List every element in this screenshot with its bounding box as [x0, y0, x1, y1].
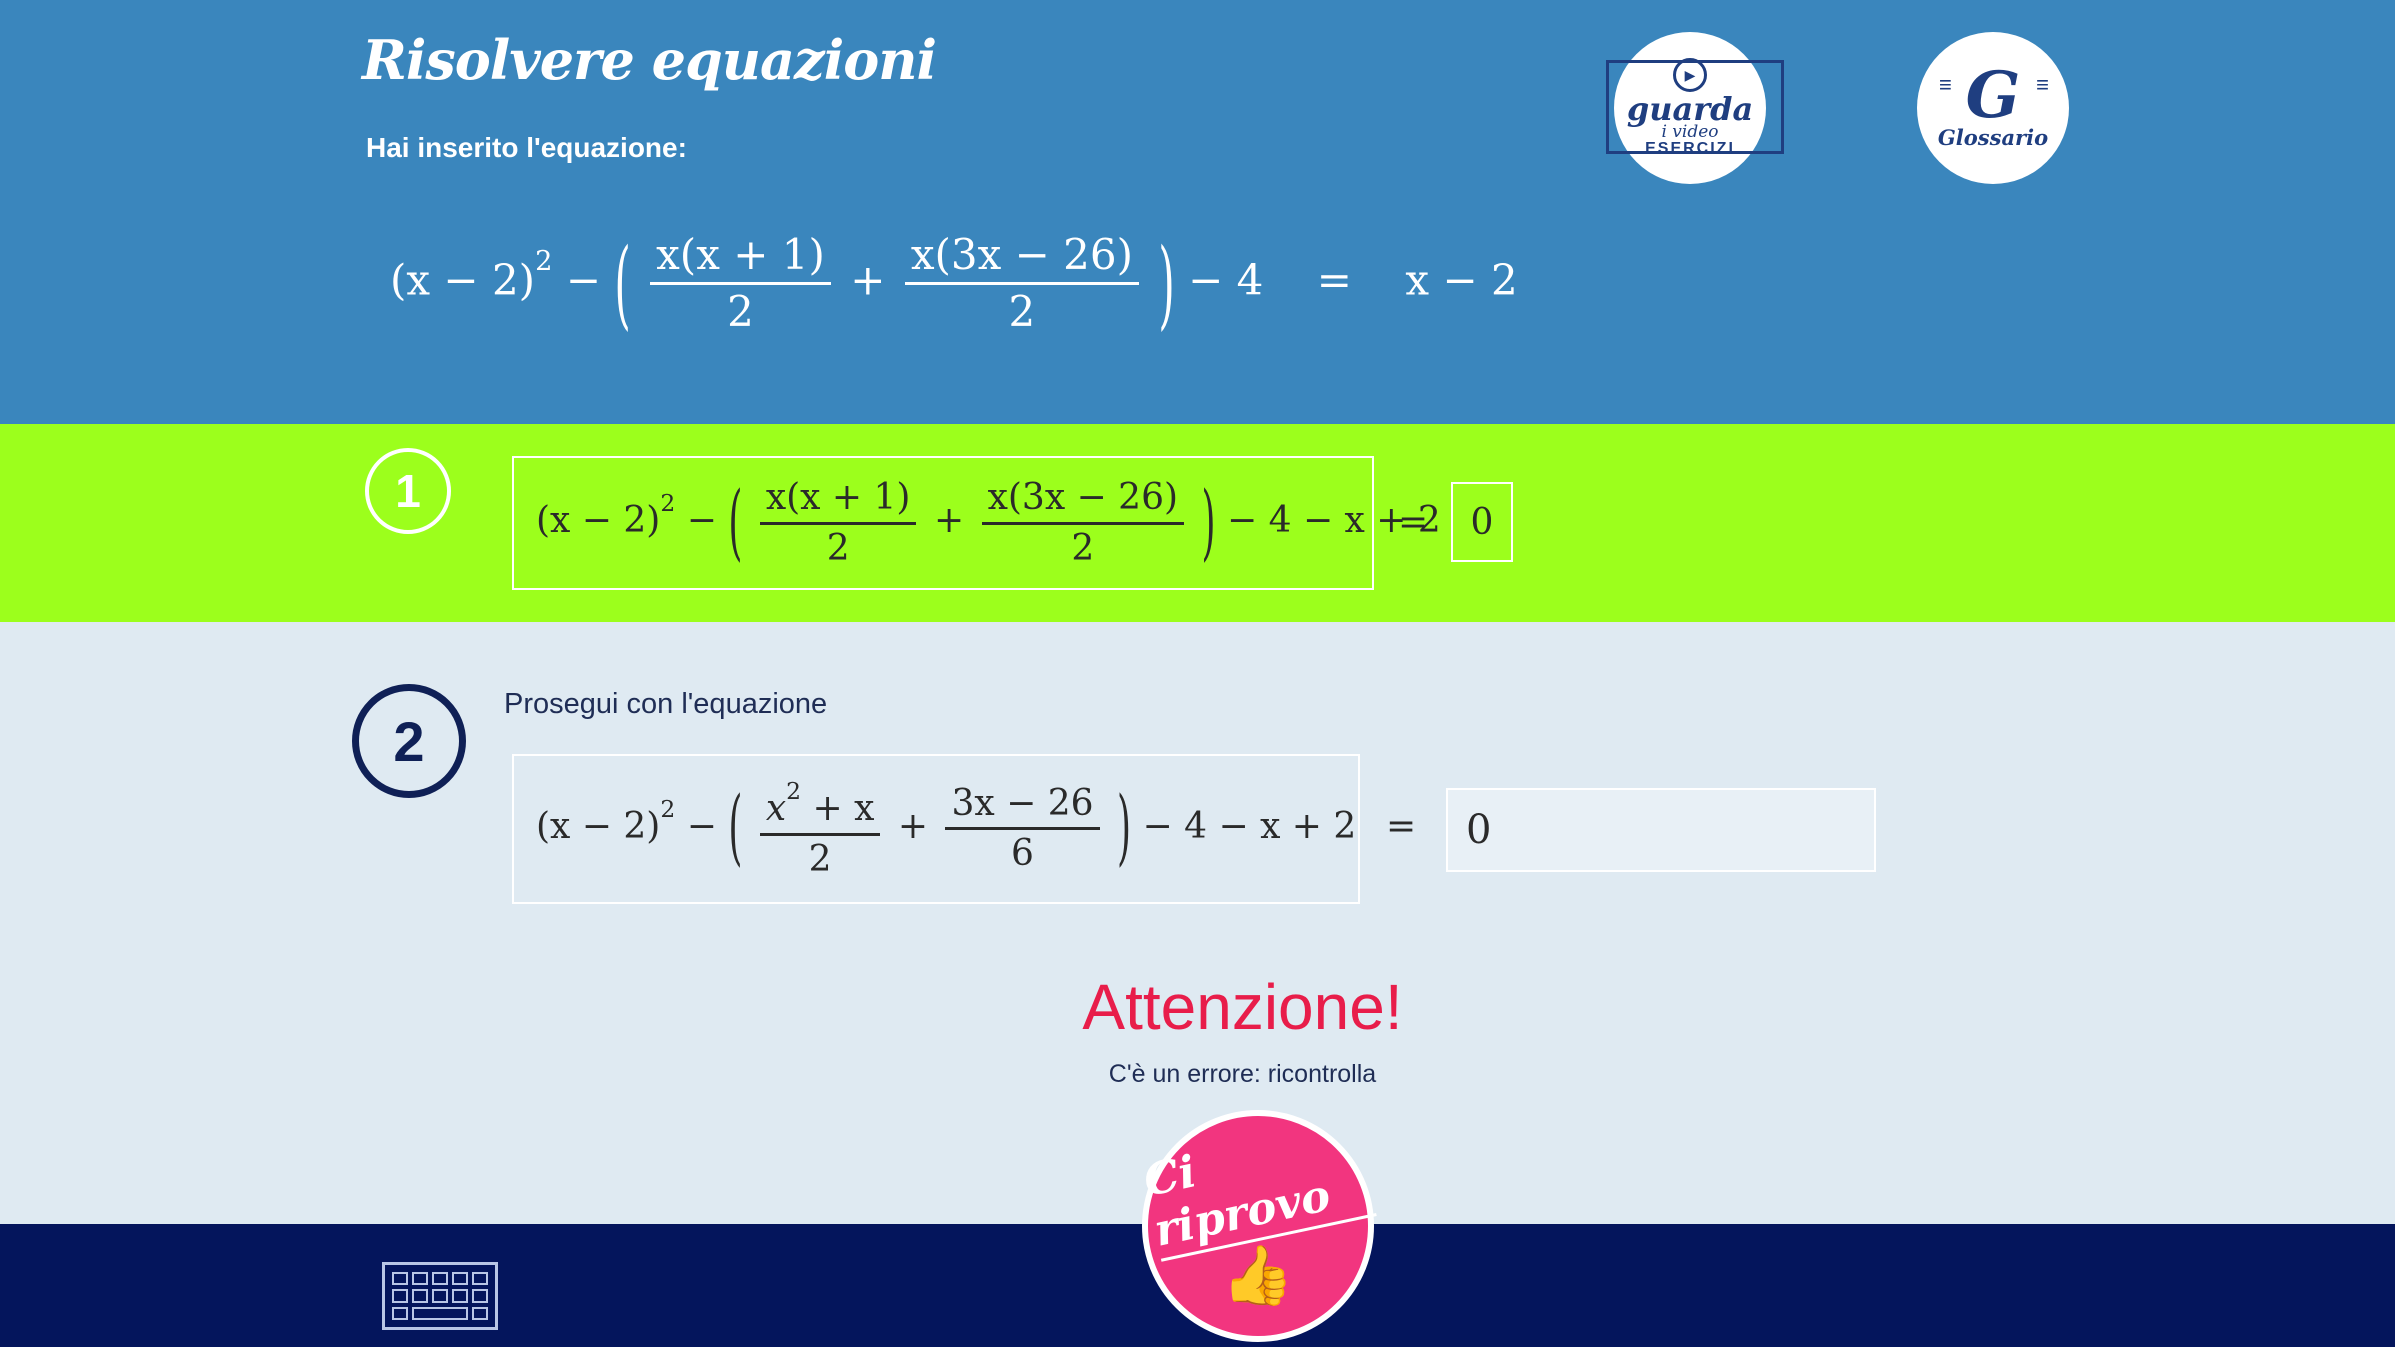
key	[452, 1272, 468, 1286]
step1-equation: (x − 2)2 − ( x(x + 1) 2 + x(3x − 26) 2 )…	[536, 475, 1441, 571]
fraction-numerator: x(x + 1)	[650, 231, 831, 286]
retry-label: Ci riprovo	[1139, 1110, 1377, 1262]
equals-sign: =	[1386, 806, 1417, 847]
fraction-denominator: 2	[808, 838, 832, 880]
error-title: Attenzione!	[1082, 971, 1403, 1043]
glossary-label: Glossario	[1937, 124, 2049, 150]
fraction-denominator: 2	[826, 527, 850, 569]
step1-rhs-box: 0	[1451, 482, 1513, 562]
fraction-denominator: 2	[727, 287, 754, 337]
key	[392, 1289, 408, 1303]
key	[472, 1289, 488, 1303]
equals-sign: =	[1398, 502, 1429, 543]
eq-operator: −	[565, 255, 602, 305]
step2-instruction: Prosegui con l'equazione	[504, 688, 828, 720]
eq-operator: −	[686, 805, 717, 847]
left-paren: (	[614, 227, 631, 341]
eq-operator: +	[933, 500, 965, 541]
eq-term: (x − 2)	[536, 500, 661, 541]
header-bar: Risolvere equazioni Hai inserito l'equaz…	[0, 0, 2395, 424]
eq-exponent: 2	[660, 488, 676, 517]
rays-icon: ≡	[1939, 72, 1952, 97]
key	[472, 1306, 488, 1320]
step2-equation: (x − 2)2 − ( x2 + x 2 + 3x − 26 6 ) − 4 …	[536, 776, 1357, 880]
fraction-numerator: x(x + 1)	[759, 478, 917, 525]
left-paren: (	[728, 781, 743, 877]
step2-equation-box: (x − 2)2 − ( x2 + x 2 + 3x − 26 6 ) − 4 …	[512, 754, 1360, 904]
key	[452, 1289, 468, 1303]
key	[392, 1306, 408, 1320]
step1-equation-box: (x − 2)2 − ( x(x + 1) 2 + x(3x − 26) 2 )…	[512, 456, 1441, 590]
fraction-numerator: x2 + x	[759, 776, 881, 836]
right-paren: )	[1201, 475, 1216, 571]
key	[412, 1272, 428, 1286]
step1-number-badge: 1	[365, 448, 451, 534]
thumbs-up-icon: 👍	[1221, 1242, 1295, 1308]
intro-label: Hai inserito l'equazione:	[366, 132, 687, 163]
eq-operator: −	[686, 500, 717, 541]
fraction-1: x(x + 1) 2	[759, 478, 917, 569]
step2-number-badge: 2	[352, 684, 466, 798]
key	[432, 1289, 448, 1303]
fraction-2: 3x − 26 6	[945, 784, 1100, 875]
eq-term: + x	[801, 787, 875, 829]
key	[472, 1272, 488, 1286]
equals-sign: =	[1316, 255, 1352, 305]
fraction-numerator: x(3x − 26)	[904, 231, 1140, 286]
right-paren: )	[1117, 781, 1132, 877]
eq-rhs: x − 2	[1405, 255, 1518, 305]
answer-input[interactable]	[1446, 788, 1876, 872]
key	[392, 1272, 408, 1286]
space-key	[412, 1306, 468, 1320]
eq-term: − 4	[1188, 255, 1264, 305]
fraction-1: x(x + 1) 2	[650, 231, 831, 337]
left-paren: (	[728, 475, 743, 571]
fraction-numerator: x(3x − 26)	[981, 478, 1185, 525]
error-message: C'è un errore: ricontrolla	[1108, 1060, 1377, 1088]
fraction-2: x(3x − 26) 2	[904, 231, 1140, 337]
right-paren: )	[1158, 227, 1175, 341]
eq-operator: +	[897, 805, 929, 847]
fraction-2: x(3x − 26) 2	[981, 478, 1185, 569]
fraction-1: x2 + x 2	[759, 776, 881, 880]
fraction-denominator: 2	[1008, 287, 1036, 337]
video-exercises-button[interactable]: ▶ guarda i video ESERCIZI	[1606, 32, 1784, 184]
video-frame	[1606, 60, 1784, 154]
eq-operator: +	[850, 255, 886, 305]
eq-variable: x	[765, 787, 787, 829]
rays-icon: ≡	[2036, 72, 2049, 97]
eq-exponent: 2	[535, 246, 553, 278]
key	[412, 1289, 428, 1303]
eq-exponent: 2	[786, 776, 802, 805]
eq-term: − 4 − x + 2	[1142, 805, 1357, 847]
fraction-numerator: 3x − 26	[945, 784, 1100, 831]
original-equation: (x − 2)2 − ( x(x + 1) 2 + x(3x − 26) 2 )…	[390, 227, 1518, 340]
eq-exponent: 2	[660, 794, 676, 823]
glossary-button[interactable]: ≡ ≡ G Glossario	[1917, 32, 2069, 184]
fraction-denominator: 6	[1011, 833, 1034, 875]
glossary-g-icon: G	[1965, 57, 2021, 133]
fraction-denominator: 2	[1071, 527, 1095, 569]
eq-term: (x − 2)	[390, 255, 536, 305]
app-title: Risolvere equazioni	[362, 28, 937, 92]
keyboard-icon[interactable]	[382, 1262, 498, 1330]
eq-term: (x − 2)	[536, 805, 661, 847]
retry-button[interactable]: Ci riprovo 👍	[1139, 1110, 1377, 1342]
key	[432, 1272, 448, 1286]
